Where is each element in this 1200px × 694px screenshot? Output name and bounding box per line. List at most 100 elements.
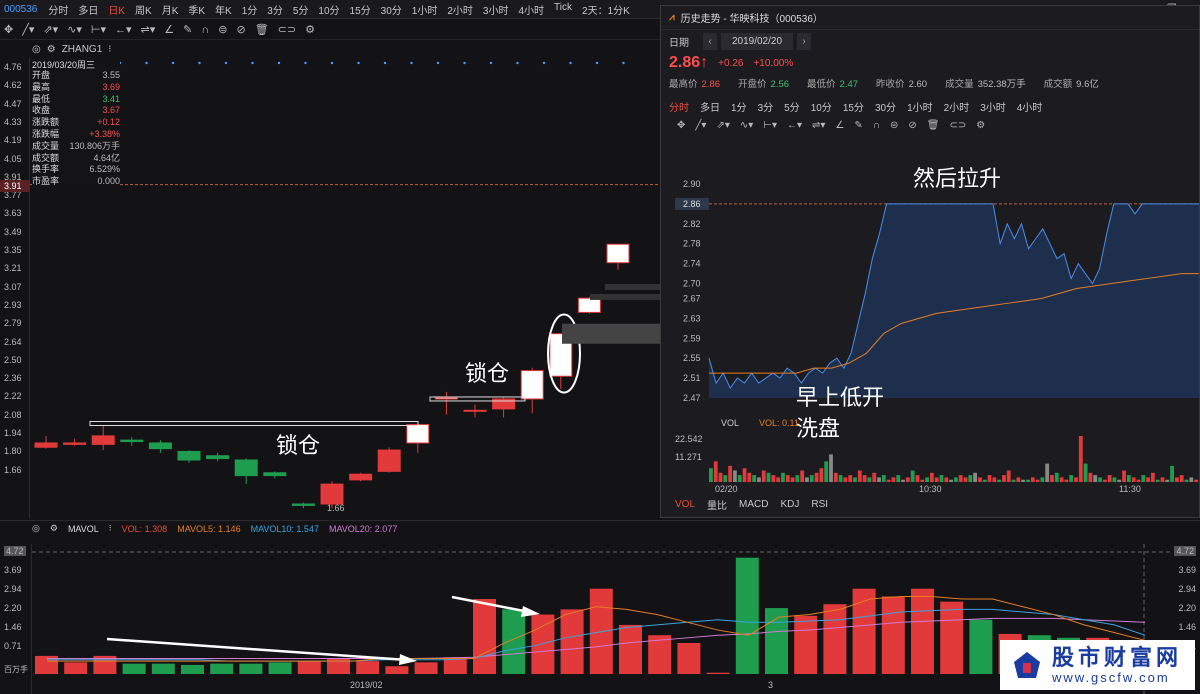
measure-tool-icon[interactable]: ⊢▾ (763, 120, 777, 131)
measure-tool-icon[interactable]: ⊢▾ (91, 23, 106, 36)
popup-time-tick: 02/20 (715, 484, 738, 494)
text-tool-icon[interactable]: ⇌▾ (141, 23, 156, 36)
timeframe-tab[interactable]: 10分 (313, 2, 344, 17)
wave-tool-icon[interactable]: ∿▾ (67, 23, 82, 36)
indicator-tab[interactable]: 量比 (707, 497, 727, 512)
magnet-icon[interactable]: ∩ (873, 120, 880, 131)
indicator-tab[interactable]: MACD (739, 499, 768, 510)
arrow-tool-icon[interactable]: ←▾ (115, 23, 132, 36)
timeframe-tab[interactable]: 30分 (376, 2, 407, 17)
indicator-tab[interactable]: KDJ (780, 499, 799, 510)
popup-timeframe-tab[interactable]: 15分 (843, 99, 864, 114)
delete-icon[interactable]: 🗑 (255, 23, 269, 36)
gear-icon[interactable]: ⚙ (47, 44, 56, 55)
stat-value: 9.6亿 (1076, 79, 1099, 90)
timeframe-tab[interactable]: 3分 (262, 2, 288, 17)
watermark: 股市财富网 www.gscfw.com (1000, 640, 1195, 690)
popup-volume-bar (920, 479, 925, 482)
stat-label: 最低价 (807, 79, 836, 90)
popup-timeframe-tab[interactable]: 分时 (669, 99, 689, 114)
popup-timeframe-tab[interactable]: 1分 (731, 99, 747, 114)
popup-timeframe-tab[interactable]: 4小时 (1017, 99, 1043, 114)
intraday-chart[interactable]: 2.90 2.86 2.82 2.78 2.74 2.70 2.67 2.63 2.59 2.55… (661, 166, 1199, 494)
timeframe-tab[interactable]: 4小时 (513, 2, 549, 17)
lock-icon[interactable]: ⊜ (890, 120, 898, 131)
magnet-icon[interactable]: ∩ (201, 24, 209, 36)
marker-dot (410, 61, 413, 65)
settings-icon[interactable]: ⚙ (976, 120, 985, 131)
timeframe-tab[interactable]: 周K (130, 2, 157, 17)
more-icon[interactable]: ⁝ (108, 44, 111, 55)
popup-timeframe-tab[interactable]: 多日 (700, 99, 720, 114)
toggle-icon[interactable]: ⊂⊃ (949, 120, 966, 131)
timeframe-tab[interactable]: 2小时 (442, 2, 478, 17)
popup-timeframe-tab[interactable]: 3小时 (980, 99, 1006, 114)
line-tool-icon[interactable]: ╱▾ (22, 23, 34, 36)
brush-icon[interactable]: ✎ (854, 120, 862, 131)
timeframe-tab[interactable]: 分时 (43, 2, 73, 17)
indicator-tab[interactable]: RSI (811, 499, 828, 510)
popup-timeframe-tab[interactable]: 1小时 (907, 99, 933, 114)
volume-tick-right: 1.46 (1178, 622, 1196, 632)
stock-code[interactable]: 000536 (0, 4, 43, 15)
timeframe-tab[interactable]: 月K (157, 2, 184, 17)
volume-indicator-name[interactable]: MAVOL (68, 524, 99, 534)
popup-timeframe-tab[interactable]: 2小时 (944, 99, 970, 114)
wave-tool-icon[interactable]: ∿▾ (740, 120, 753, 131)
timeframe-tab[interactable]: 多日 (73, 2, 103, 17)
timeframe-tab[interactable]: 年K (210, 2, 237, 17)
timeframe-tab[interactable]: Tick (549, 2, 577, 17)
timeframe-tab[interactable]: 1小时 (407, 2, 443, 17)
popup-volume-bar (934, 477, 939, 482)
toggle-icon[interactable]: ⊂⊃ (278, 23, 296, 36)
eye-icon[interactable]: ◎ (32, 44, 41, 55)
popup-volume-bar (752, 475, 757, 482)
hide-icon[interactable]: ⊘ (236, 23, 245, 36)
channel-tool-icon[interactable]: ⇗▾ (43, 23, 58, 36)
indicator-name[interactable]: ZHANG1 (62, 44, 103, 55)
popup-timeframe-tab[interactable]: 3分 (758, 99, 774, 114)
lock-icon[interactable]: ⊜ (218, 23, 227, 36)
candle (263, 472, 287, 477)
pen-icon[interactable]: ∠ (164, 23, 174, 36)
hide-icon[interactable]: ⊘ (908, 120, 916, 131)
indicator-tab[interactable]: VOL (675, 499, 695, 510)
timeframe-tab[interactable]: 2天：1分K (577, 2, 635, 17)
next-date-button[interactable]: › (797, 32, 811, 50)
popup-volume-bar (1078, 436, 1083, 482)
popup-volume-bar (963, 477, 968, 482)
popup-timeframe-tab[interactable]: 10分 (811, 99, 832, 114)
prev-date-button[interactable]: ‹ (703, 32, 717, 50)
timeframe-tab[interactable]: 15分 (345, 2, 376, 17)
stat-label: 成交量 (945, 79, 974, 90)
channel-tool-icon[interactable]: ⇗▾ (716, 120, 729, 131)
price-tick: 1.80 (4, 446, 22, 457)
eye-icon[interactable]: ◎ (32, 523, 40, 534)
date-label: 日期 (669, 37, 689, 49)
settings-icon[interactable]: ⚙ (305, 23, 315, 36)
marker-dot (569, 61, 572, 65)
timeframe-tab[interactable]: 日K (103, 2, 130, 17)
pen-icon[interactable]: ∠ (835, 120, 844, 131)
popup-volume-bar (1131, 477, 1136, 482)
timeframe-tab[interactable]: 5分 (288, 2, 314, 17)
popup-timeframe-tab[interactable]: 5分 (784, 99, 800, 114)
price-change: +0.26 (718, 57, 744, 69)
timeframe-tab[interactable]: 1分 (237, 2, 263, 17)
date-field[interactable]: 2019/02/20 (721, 32, 793, 50)
text-tool-icon[interactable]: ⇌▾ (812, 120, 825, 131)
popup-timeframe-tab[interactable]: 30分 (875, 99, 896, 114)
move-icon[interactable]: ✥ (677, 120, 685, 131)
volume-tick: 4.72 (4, 546, 26, 556)
more-icon[interactable]: ⁝ (109, 523, 112, 534)
line-tool-icon[interactable]: ╱▾ (695, 120, 706, 131)
arrow-tool-icon[interactable]: ←▾ (787, 120, 802, 131)
gear-icon[interactable]: ⚙ (50, 523, 58, 534)
candlestick-chart[interactable]: 1.66 (30, 56, 660, 518)
intraday-price-tick: 2.51 (683, 373, 701, 383)
move-icon[interactable]: ✥ (4, 23, 13, 36)
timeframe-tab[interactable]: 季K (183, 2, 210, 17)
delete-icon[interactable]: 🗑 (927, 120, 940, 131)
timeframe-tab[interactable]: 3小时 (478, 2, 514, 17)
brush-icon[interactable]: ✎ (183, 23, 192, 36)
